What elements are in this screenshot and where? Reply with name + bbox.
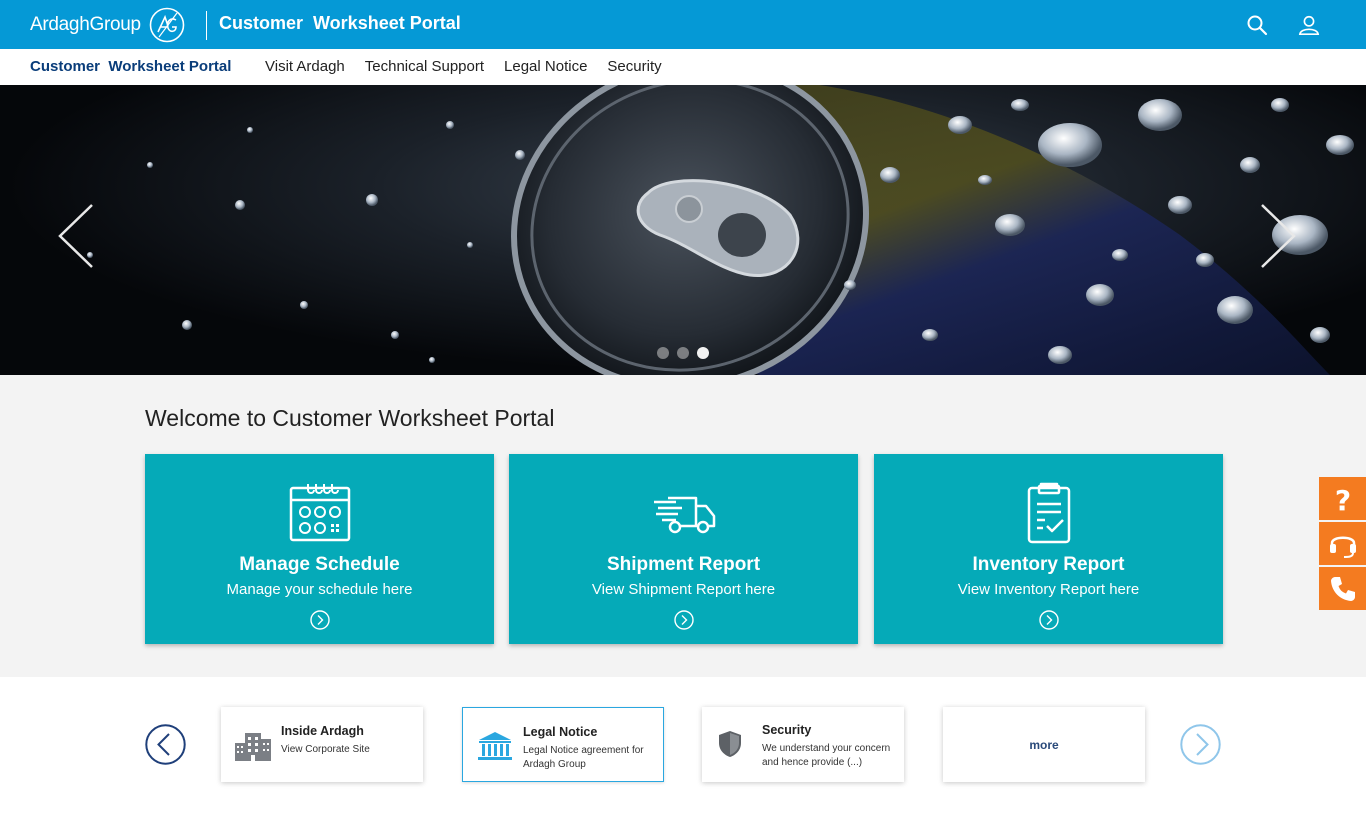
circle-chevron-right-icon[interactable] (673, 610, 694, 630)
tile-title: Inventory Report (972, 554, 1125, 575)
tile-subtitle: View Inventory Report here (957, 581, 1140, 598)
circle-chevron-right-icon[interactable] (309, 610, 330, 630)
hero-carousel (0, 85, 1366, 375)
truck-icon (653, 496, 715, 534)
call-button[interactable] (1319, 567, 1366, 610)
link-card-legal-notice[interactable]: Legal Notice Legal Notice agreement for … (462, 707, 664, 782)
link-card-inside-ardagh[interactable]: Inside Ardagh View Corporate Site (221, 707, 423, 782)
phone-icon (1330, 576, 1355, 601)
tile-title: Manage Schedule (239, 554, 400, 575)
nav-link-visit-ardagh[interactable]: Visit Ardagh (265, 58, 345, 75)
card-title: Inside Ardagh (281, 724, 364, 738)
nav-link-security[interactable]: Security (607, 58, 661, 75)
nav-link-technical-support[interactable]: Technical Support (365, 58, 484, 75)
shield-icon (719, 731, 741, 757)
tile-inventory-report[interactable]: Inventory Report View Inventory Report h… (874, 454, 1223, 644)
card-description: Legal Notice agreement for Ardagh Group (523, 745, 644, 770)
carousel-indicators (657, 347, 709, 359)
tile-shipment-report[interactable]: Shipment Report View Shipment Report her… (509, 454, 858, 644)
nav-bar: Customer Worksheet Portal Visit Ardagh T… (0, 49, 1366, 85)
links-next-circle-chevron-icon[interactable] (1180, 724, 1221, 765)
calendar-icon (289, 484, 350, 542)
app-title: Customer Worksheet Portal (219, 13, 461, 33)
header-divider (206, 11, 207, 40)
side-help-tab: ? (1319, 477, 1366, 611)
card-title: Security (762, 723, 812, 737)
tile-manage-schedule[interactable]: Manage Schedule Manage your schedule her… (145, 454, 494, 644)
link-card-more[interactable]: more (943, 707, 1145, 782)
nav-link-legal-notice[interactable]: Legal Notice (504, 58, 587, 75)
clipboard-check-icon (1027, 482, 1070, 544)
card-description: We understand your concern and hence pro… (762, 743, 891, 768)
logo-text: ArdaghGroup (30, 14, 141, 35)
nav-links: Visit Ardagh Technical Support Legal Not… (265, 58, 662, 75)
question-icon: ? (1334, 484, 1350, 514)
headset-icon (1329, 536, 1356, 558)
carousel-dot-1[interactable] (657, 347, 669, 359)
hero-next-chevron-icon[interactable] (1258, 203, 1298, 269)
hero-prev-chevron-icon[interactable] (56, 203, 96, 269)
link-card-security[interactable]: Security We understand your concern and … (702, 707, 904, 782)
user-icon[interactable] (1298, 14, 1320, 36)
links-prev-circle-chevron-icon[interactable] (145, 724, 186, 765)
more-link[interactable]: more (943, 738, 1145, 752)
help-button[interactable]: ? (1319, 477, 1366, 520)
support-button[interactable] (1319, 522, 1366, 565)
circle-chevron-right-icon[interactable] (1038, 610, 1059, 630)
bank-icon (478, 732, 512, 760)
welcome-title: Welcome to Customer Worksheet Portal (145, 405, 555, 431)
ardagh-logo[interactable]: ArdaghGroup (30, 7, 185, 43)
svg-text:?: ? (1334, 484, 1350, 514)
tile-title: Shipment Report (606, 554, 761, 575)
nav-brand[interactable]: Customer Worksheet Portal (30, 58, 231, 75)
quick-links-carousel: Inside Ardagh View Corporate Site Legal … (0, 677, 1366, 819)
welcome-section: Welcome to Customer Worksheet Portal Man… (0, 375, 1366, 677)
tile-subtitle: Manage your schedule here (226, 581, 413, 598)
card-description: View Corporate Site (281, 744, 370, 755)
top-bar: ArdaghGroup Customer Worksheet Portal (0, 0, 1366, 49)
building-icon (235, 733, 271, 761)
card-title: Legal Notice (523, 725, 598, 739)
ardagh-logo-mark-icon (149, 7, 185, 43)
hero-image (87, 85, 1354, 375)
carousel-dot-3[interactable] (697, 347, 709, 359)
carousel-dot-2[interactable] (677, 347, 689, 359)
search-icon[interactable] (1246, 14, 1268, 36)
tile-subtitle: View Shipment Report here (591, 581, 776, 598)
